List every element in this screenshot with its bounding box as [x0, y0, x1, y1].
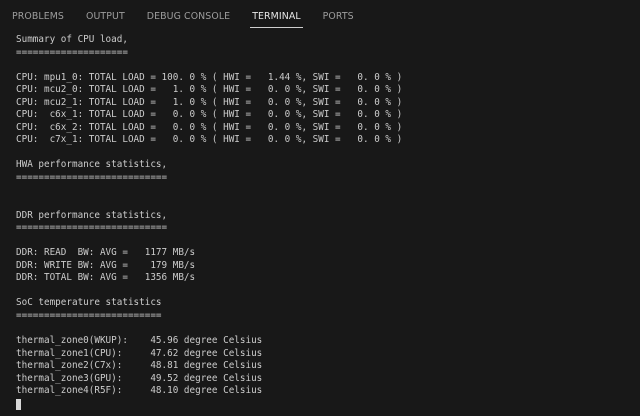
terminal-cursor: [16, 398, 21, 410]
terminal-line: ==========================: [16, 310, 162, 322]
terminal-line: thermal_zone3(GPU): 49.52 degree Celsius: [16, 372, 263, 384]
terminal-line: DDR: READ BW: AVG = 1177 MB/s: [16, 247, 196, 259]
terminal-line: ===========================: [16, 172, 168, 184]
terminal-line: DDR performance statistics,: [16, 209, 168, 221]
terminal-prompt-line[interactable]: [16, 398, 632, 410]
tab-output[interactable]: OUTPUT: [84, 3, 127, 28]
terminal-line: thermal_zone1(CPU): 47.62 degree Celsius: [16, 347, 263, 359]
tab-terminal[interactable]: TERMINAL: [250, 3, 303, 28]
terminal-line: HWA performance statistics,: [16, 159, 168, 171]
terminal-line: CPU: c6x_1: TOTAL LOAD = 0. 0 % ( HWI = …: [16, 109, 403, 121]
terminal-line: CPU: mcu2_1: TOTAL LOAD = 1. 0 % ( HWI =…: [16, 96, 403, 108]
terminal-line: thermal_zone0(WKUP): 45.96 degree Celsiu…: [16, 335, 263, 347]
tab-debug-console[interactable]: DEBUG CONSOLE: [145, 3, 232, 28]
terminal-line: ===========================: [16, 222, 168, 234]
terminal-line: Summary of CPU load,: [16, 34, 128, 45]
terminal-line: CPU: c6x_2: TOTAL LOAD = 0. 0 % ( HWI = …: [16, 121, 403, 133]
terminal-line: ====================: [16, 46, 128, 58]
terminal-line: CPU: mcu2_0: TOTAL LOAD = 1. 0 % ( HWI =…: [16, 84, 403, 96]
terminal-line: thermal_zone4(R5F): 48.10 degree Celsius: [16, 385, 263, 397]
terminal-output[interactable]: Summary of CPU load, ====================…: [16, 34, 632, 410]
terminal-line: CPU: c7x_1: TOTAL LOAD = 0. 0 % ( HWI = …: [16, 134, 403, 146]
terminal-line: thermal_zone2(C7x): 48.81 degree Celsius: [16, 360, 263, 372]
terminal-line: DDR: TOTAL BW: AVG = 1356 MB/s: [16, 272, 196, 284]
terminal-line: DDR: WRITE BW: AVG = 179 MB/s: [16, 259, 196, 271]
terminal-line: SoC temperature statistics: [16, 297, 162, 309]
terminal-panel: PROBLEMS OUTPUT DEBUG CONSOLE TERMINAL P…: [0, 0, 640, 416]
tab-problems[interactable]: PROBLEMS: [10, 3, 66, 28]
tab-ports[interactable]: PORTS: [321, 3, 356, 28]
terminal-line: CPU: mpu1_0: TOTAL LOAD = 100. 0 % ( HWI…: [16, 71, 403, 83]
panel-tab-bar: PROBLEMS OUTPUT DEBUG CONSOLE TERMINAL P…: [0, 0, 640, 30]
